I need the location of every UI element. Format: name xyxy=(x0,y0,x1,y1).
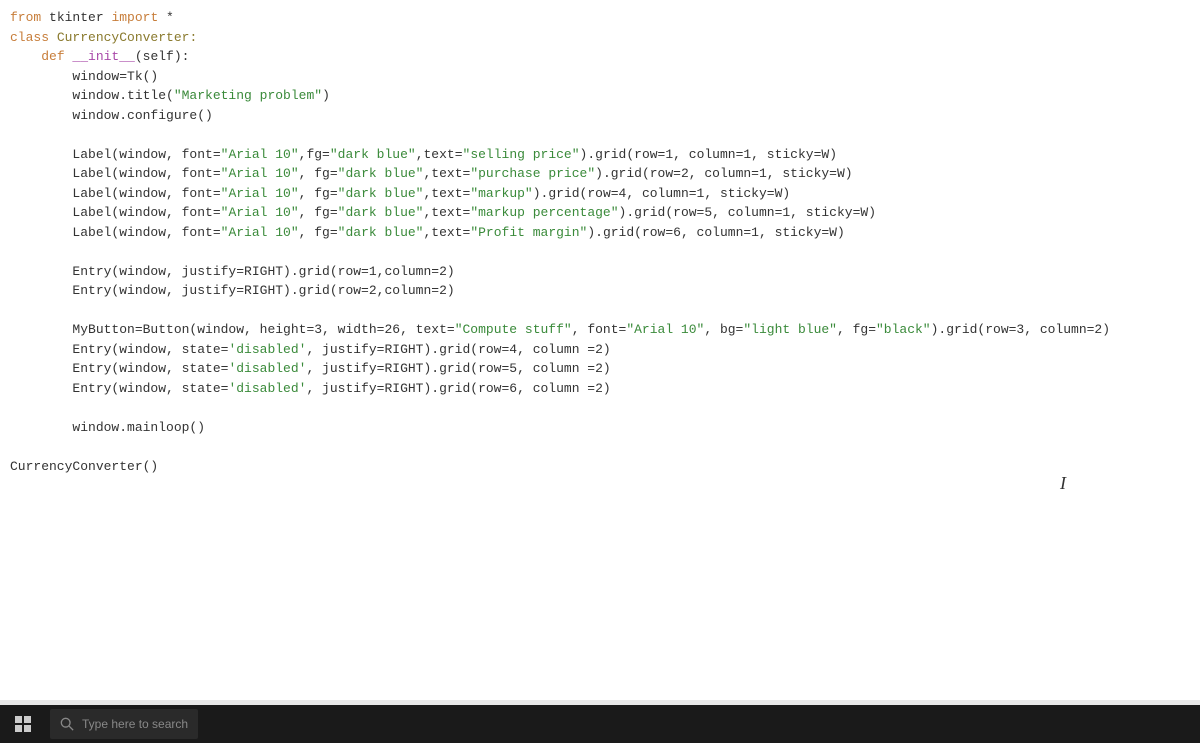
code-line: Entry(window, justify=RIGHT).grid(row=2,… xyxy=(10,283,455,298)
keyword-from: from xyxy=(10,10,41,25)
code-line: window.configure() xyxy=(10,108,213,123)
search-icon xyxy=(60,717,74,731)
code-editor[interactable]: from tkinter import * class CurrencyConv… xyxy=(0,0,1200,700)
code-line: window.mainloop() xyxy=(10,420,205,435)
string-literal: "Marketing problem" xyxy=(174,88,322,103)
text-cursor-icon: I xyxy=(1060,470,1066,497)
taskbar: Type here to search xyxy=(0,705,1200,743)
method-name: __init__ xyxy=(65,49,135,64)
code-line: window=Tk() xyxy=(10,69,158,84)
import-star: * xyxy=(158,10,174,25)
windows-icon xyxy=(15,716,31,732)
class-name: CurrencyConverter: xyxy=(49,30,197,45)
search-placeholder: Type here to search xyxy=(82,715,188,733)
keyword-class: class xyxy=(10,30,49,45)
taskbar-search[interactable]: Type here to search xyxy=(50,709,198,739)
code-line: CurrencyConverter() xyxy=(10,459,158,474)
start-button[interactable] xyxy=(4,705,42,743)
code-line: Entry(window, justify=RIGHT).grid(row=1,… xyxy=(10,264,455,279)
keyword-import: import xyxy=(111,10,158,25)
module-name: tkinter xyxy=(41,10,111,25)
keyword-def: def xyxy=(41,49,64,64)
